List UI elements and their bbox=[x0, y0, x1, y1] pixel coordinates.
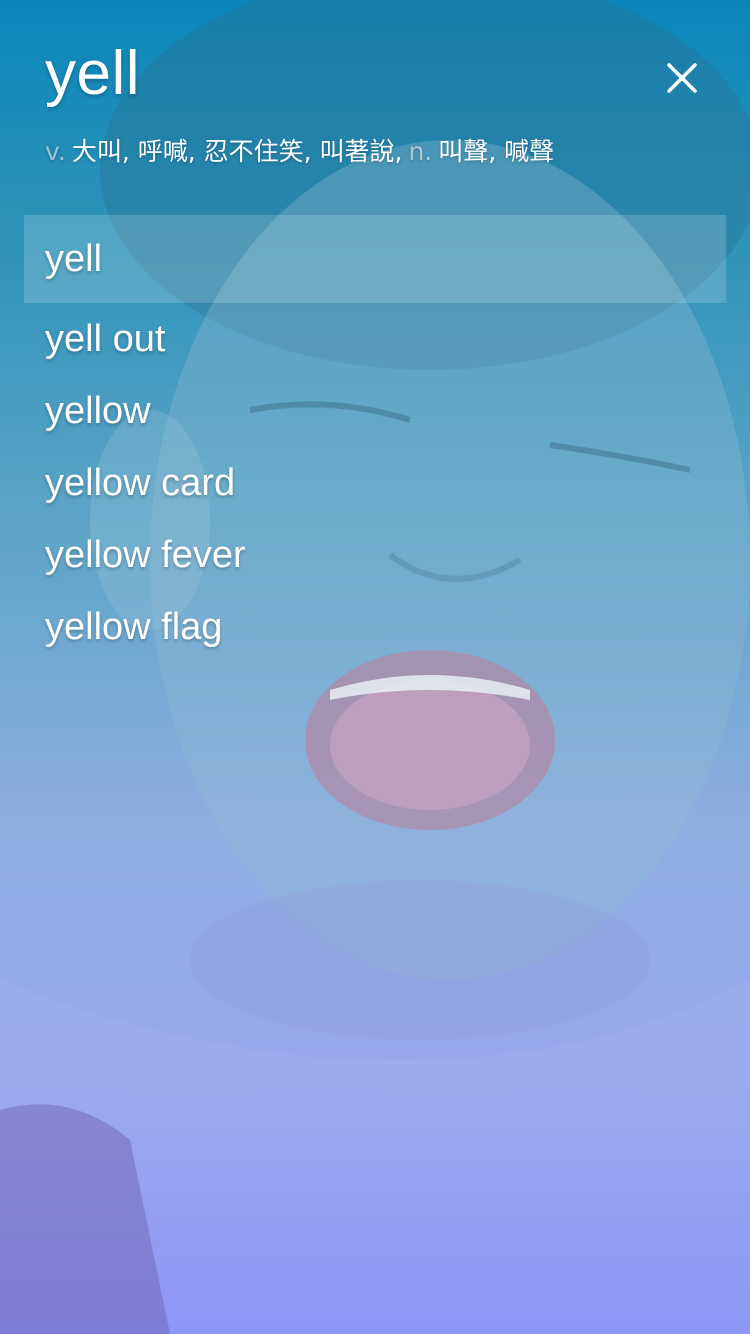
part-of-speech-noun: n. bbox=[408, 137, 433, 166]
search-term: yell bbox=[45, 39, 141, 108]
verb-gloss: 大叫, 呼喊, 忍不住笑, 叫著說, bbox=[71, 137, 403, 166]
close-button[interactable] bbox=[656, 52, 708, 104]
part-of-speech-verb: v. bbox=[45, 137, 66, 166]
suggestion-item-yellow-flag[interactable]: yellow flag bbox=[24, 591, 726, 663]
background-photo bbox=[0, 0, 750, 1334]
suggestion-item-yell[interactable]: yell bbox=[24, 215, 726, 303]
suggestion-item-yellow[interactable]: yellow bbox=[24, 375, 726, 447]
suggestion-item-yell-out[interactable]: yell out bbox=[24, 303, 726, 375]
dictionary-screen: yell v. 大叫, 呼喊, 忍不住笑, 叫著說, n. 叫聲, 喊聲 yell y… bbox=[0, 0, 750, 1334]
close-icon bbox=[667, 63, 697, 93]
suggestion-item-yellow-fever[interactable]: yellow fever bbox=[24, 519, 726, 591]
noun-gloss: 叫聲, 喊聲 bbox=[438, 137, 555, 166]
definition-line: v. 大叫, 呼喊, 忍不住笑, 叫著說, n. 叫聲, 喊聲 bbox=[45, 134, 560, 170]
suggestion-item-yellow-card[interactable]: yellow card bbox=[24, 447, 726, 519]
suggestion-list: yell yell out yellow yellow card yellow … bbox=[24, 215, 726, 663]
